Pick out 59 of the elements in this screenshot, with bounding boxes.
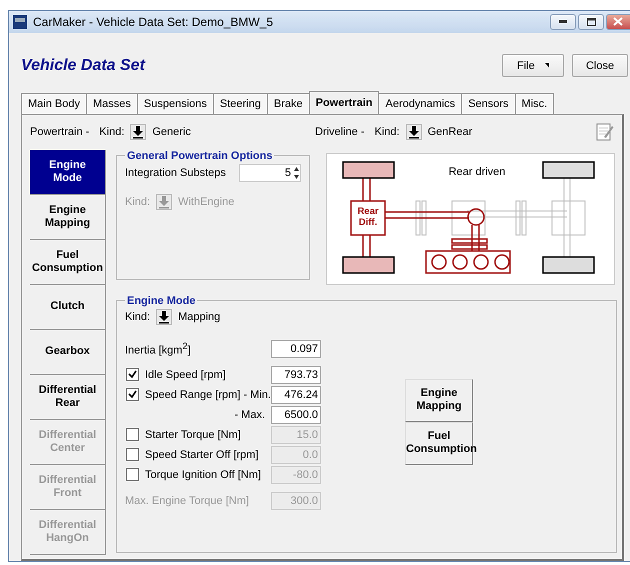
tab[interactable]: Steering — [212, 92, 268, 114]
diagram-title: Rear driven — [448, 166, 506, 178]
kind-value: Generic — [152, 126, 191, 138]
checkbox[interactable] — [126, 388, 139, 402]
tab[interactable]: Aerodynamics — [378, 92, 462, 114]
checkbox[interactable] — [126, 448, 139, 462]
download-icon[interactable] — [156, 308, 172, 325]
tab[interactable]: Misc. — [514, 92, 554, 114]
minimize-icon — [559, 20, 567, 24]
panel-button[interactable]: Engine Mapping — [405, 378, 473, 422]
group-title: Engine Mode — [126, 294, 196, 307]
close-icon — [613, 17, 623, 26]
field-label: Starter Torque [Nm] — [145, 428, 242, 441]
tab[interactable]: Suspensions — [136, 92, 214, 114]
field-label: Torque Ignition Off [Nm] — [145, 468, 262, 481]
checkbox[interactable] — [126, 368, 139, 382]
window-title: CarMaker - Vehicle Data Set: Demo_BMW_5 — [33, 14, 274, 29]
side-tab[interactable]: Engine Mode — [30, 150, 105, 195]
input-field[interactable]: 793.73 — [271, 366, 321, 384]
maximize-icon — [586, 18, 596, 26]
section-label: Driveline - — [315, 126, 365, 138]
input-field[interactable]: 0.097 — [271, 340, 321, 358]
kind-label: Kind: — [374, 126, 400, 138]
download-icon[interactable] — [130, 124, 146, 140]
input-field[interactable]: 6500.0 — [271, 406, 321, 424]
tab[interactable]: Sensors — [461, 92, 516, 114]
kind-label: Kind: — [99, 126, 124, 138]
diff-label: Rear Diff. — [356, 206, 380, 228]
maximize-button[interactable] — [578, 14, 604, 30]
close-dialog-button[interactable]: Close — [572, 54, 628, 78]
field-label: Idle Speed [rpm] — [145, 368, 227, 381]
page-title: Vehicle Data Set — [21, 56, 146, 75]
kind-value: WithEngine — [178, 196, 234, 208]
input-field[interactable]: 476.24 — [271, 386, 321, 404]
app-icon — [13, 14, 27, 29]
field-label: Integration Substeps — [125, 166, 226, 179]
field-label: Max. Engine Torque [Nm] — [125, 494, 250, 507]
group-title: General Powertrain Options — [126, 150, 274, 162]
field-label: Speed Range [rpm] - Min. — [145, 388, 271, 401]
minimize-button[interactable] — [550, 14, 576, 30]
caret-icon — [544, 63, 549, 68]
tab[interactable]: Main Body — [21, 92, 87, 114]
spin-field[interactable]: 5 — [239, 164, 301, 182]
kind-value: Mapping — [178, 310, 220, 323]
notepad-icon[interactable] — [596, 122, 614, 142]
spin-arrows-icon[interactable] — [293, 166, 300, 180]
tab[interactable]: Brake — [266, 92, 310, 114]
file-menu-button[interactable]: File — [502, 54, 564, 78]
field-label: Inertia [kgm$^{2}$] — [125, 340, 192, 356]
section-label: Powertrain - — [30, 126, 90, 138]
kind-value: GenRear — [428, 126, 472, 138]
kind-label: Kind: — [125, 310, 150, 323]
checkbox[interactable] — [126, 428, 139, 442]
checkbox[interactable] — [126, 468, 139, 482]
tab[interactable]: Masses — [86, 92, 138, 114]
field-label: - Max. — [233, 408, 266, 421]
download-icon[interactable] — [406, 124, 422, 140]
kind-label: Kind: — [125, 196, 150, 208]
field-label: Speed Starter Off [rpm] — [145, 448, 260, 461]
